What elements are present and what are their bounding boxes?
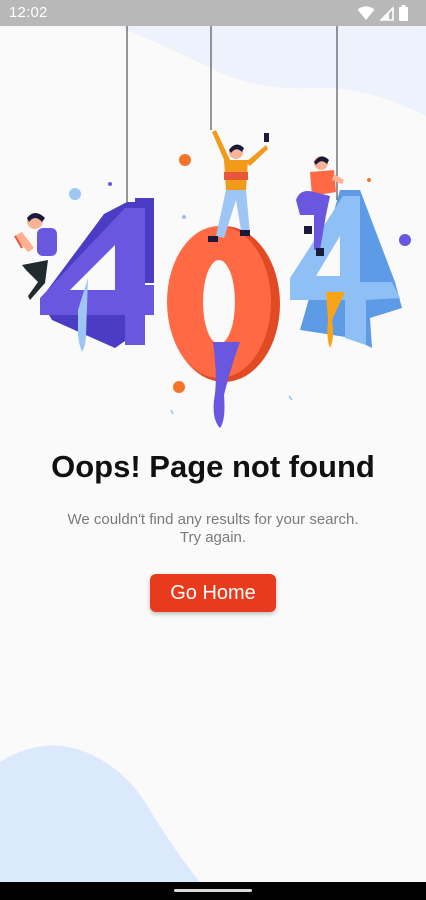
- go-home-button[interactable]: Go Home: [150, 574, 276, 612]
- status-time: 12:02: [9, 4, 48, 21]
- wifi-icon: [357, 5, 375, 21]
- error-description-line: Try again.: [179, 529, 247, 546]
- decor-dot: [367, 178, 371, 182]
- decor-dot: [399, 234, 411, 246]
- battery-icon: [399, 5, 408, 21]
- navigation-bar: [0, 882, 426, 900]
- decor-dot: [69, 188, 81, 200]
- decor-dot: [173, 381, 185, 393]
- error-description-line: We couldn't find any results for your se…: [67, 511, 359, 528]
- digit-zero: [167, 226, 280, 428]
- page-title: Oops! Page not found: [51, 449, 375, 484]
- 404-illustration: [14, 0, 411, 428]
- decor-dot: [179, 154, 191, 166]
- home-indicator[interactable]: [174, 889, 252, 892]
- decor-dot: [182, 215, 186, 219]
- status-icons: [357, 5, 408, 21]
- person-celebrating-illustration: [208, 130, 269, 242]
- error-description: We couldn't find any results for your se…: [40, 511, 386, 547]
- digit-four-left: [40, 198, 154, 352]
- decor-dot: [108, 182, 112, 186]
- background-blob-bottom: [0, 745, 200, 882]
- status-bar: 12:02: [0, 0, 426, 26]
- cell-signal-icon: [379, 5, 394, 21]
